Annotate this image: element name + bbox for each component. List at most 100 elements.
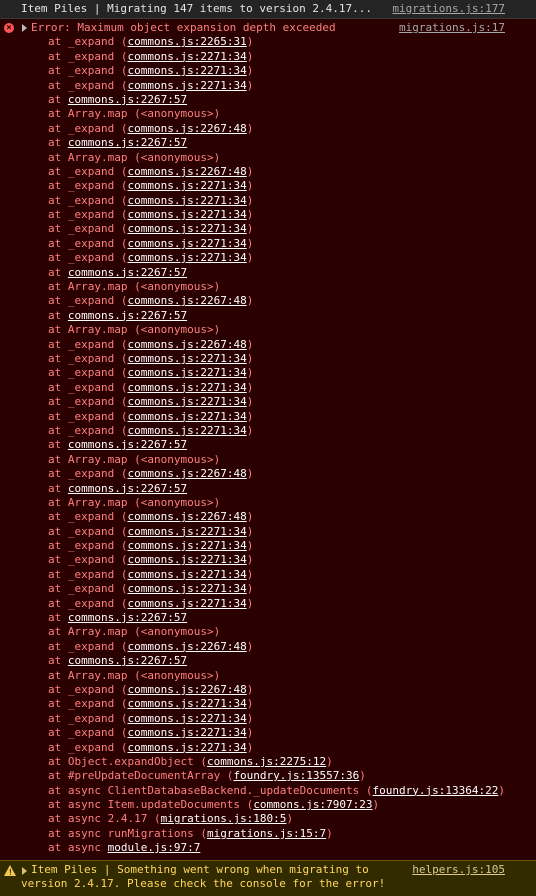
- stack-frame: at _expand (commons.js:2267:48): [0, 510, 536, 524]
- stack-frame-link[interactable]: commons.js:2271:34: [127, 50, 246, 63]
- stack-frame-suffix: ): [246, 351, 254, 365]
- stack-frame: at _expand (commons.js:2271:34): [0, 194, 536, 208]
- stack-frame: at _expand (commons.js:2271:34): [0, 553, 536, 567]
- stack-frame-suffix: ): [246, 740, 254, 754]
- stack-frame-link[interactable]: commons.js:2271:34: [127, 237, 246, 250]
- stack-frame-link[interactable]: commons.js:2271:34: [127, 251, 246, 264]
- stack-frame: at Array.map (<anonymous>): [0, 280, 536, 294]
- stack-frame-link[interactable]: commons.js:2271:34: [127, 352, 246, 365]
- stack-frame-text: at: [48, 265, 68, 279]
- stack-frame: at _expand (commons.js:2271:34): [0, 237, 536, 251]
- stack-frame-link[interactable]: commons.js:2271:34: [127, 366, 246, 379]
- stack-frame-text: at: [48, 308, 68, 322]
- stack-frame-link[interactable]: migrations.js:15:7: [207, 827, 326, 840]
- stack-frame-text: at Array.map (<anonymous>): [48, 150, 221, 164]
- stack-frame-link[interactable]: commons.js:2267:57: [68, 93, 187, 106]
- stack-frame-suffix: ): [326, 754, 333, 768]
- stack-frame-text: at async 2.4.17 (: [48, 812, 161, 826]
- stack-frame-link[interactable]: commons.js:2267:57: [68, 438, 187, 451]
- stack-frame-link[interactable]: commons.js:2267:57: [68, 654, 187, 667]
- stack-frame-link[interactable]: commons.js:2271:34: [127, 697, 246, 710]
- stack-frame: at async Item.updateDocuments (commons.j…: [0, 798, 536, 812]
- stack-frame-text: at #preUpdateDocumentArray (: [48, 769, 234, 783]
- stack-frame-link[interactable]: commons.js:2267:48: [127, 122, 246, 135]
- stack-frame-link[interactable]: commons.js:2271:34: [127, 424, 246, 437]
- stack-frame-link[interactable]: commons.js:2271:34: [127, 726, 246, 739]
- stack-frame: at _expand (commons.js:2271:34): [0, 79, 536, 93]
- stack-frame: at commons.js:2267:57: [0, 309, 536, 323]
- warning-source-link[interactable]: helpers.js:105: [412, 863, 505, 877]
- stack-frame-link[interactable]: foundry.js:13557:36: [233, 769, 359, 782]
- stack-frame: at #preUpdateDocumentArray (foundry.js:1…: [0, 769, 536, 783]
- stack-frame-link[interactable]: commons.js:2267:57: [68, 309, 187, 322]
- stack-frame-text: at _expand (: [48, 423, 128, 437]
- stack-frame-link[interactable]: commons.js:2267:48: [127, 683, 246, 696]
- stack-frame-text: at: [48, 136, 68, 150]
- stack-frame-suffix: ): [246, 524, 254, 538]
- stack-frame-link[interactable]: commons.js:2271:34: [127, 582, 246, 595]
- stack-frame: at Array.map (<anonymous>): [0, 496, 536, 510]
- stack-frame-link[interactable]: commons.js:2275:12: [207, 755, 326, 768]
- stack-frame: at async module.js:97:7: [0, 841, 536, 855]
- stack-frame-link[interactable]: migrations.js:180:5: [161, 812, 287, 825]
- warning-message: Item Piles | Something went wrong when m…: [21, 863, 386, 891]
- stack-frame: at _expand (commons.js:2271:34): [0, 741, 536, 755]
- stack-frame-link[interactable]: commons.js:7907:23: [253, 798, 372, 811]
- stack-frame-link[interactable]: commons.js:2271:34: [127, 208, 246, 221]
- stack-frame: at Array.map (<anonymous>): [0, 625, 536, 639]
- stack-frame-link[interactable]: commons.js:2267:48: [127, 467, 246, 480]
- stack-frame-link[interactable]: commons.js:2271:34: [127, 568, 246, 581]
- stack-frame-link[interactable]: commons.js:2271:34: [127, 194, 246, 207]
- stack-frame: at _expand (commons.js:2271:34): [0, 597, 536, 611]
- stack-frame-link[interactable]: module.js:97:7: [108, 841, 201, 854]
- stack-frame-text: at: [48, 481, 68, 495]
- stack-frame-link[interactable]: commons.js:2271:34: [127, 553, 246, 566]
- stack-frame-link[interactable]: commons.js:2267:48: [127, 510, 246, 523]
- stack-frame-link[interactable]: commons.js:2271:34: [127, 381, 246, 394]
- stack-frame: at _expand (commons.js:2271:34): [0, 568, 536, 582]
- stack-frame-link[interactable]: commons.js:2267:48: [127, 338, 246, 351]
- stack-frame-link[interactable]: commons.js:2271:34: [127, 179, 246, 192]
- stack-frame-link[interactable]: commons.js:2265:31: [127, 35, 246, 48]
- stack-frame-link[interactable]: commons.js:2267:48: [127, 294, 246, 307]
- stack-frame-suffix: ): [246, 121, 254, 135]
- stack-frame-text: at _expand (: [48, 553, 128, 567]
- stack-frame-text: at _expand (: [48, 193, 128, 207]
- stack-frame-text: at async runMigrations (: [48, 826, 207, 840]
- stack-frame-link[interactable]: foundry.js:13364:22: [373, 784, 499, 797]
- stack-frame: at Array.map (<anonymous>): [0, 323, 536, 337]
- stack-frame-suffix: ): [246, 726, 254, 740]
- stack-frame-suffix: ): [246, 567, 254, 581]
- warning-triangle-icon: !: [4, 865, 16, 877]
- stack-frame-text: at _expand (: [48, 639, 128, 653]
- stack-frame-suffix: ): [246, 78, 254, 92]
- stack-frame-text: at _expand (: [48, 35, 128, 49]
- stack-frame-link[interactable]: commons.js:2267:48: [127, 165, 246, 178]
- stack-frame-link[interactable]: commons.js:2267:57: [68, 266, 187, 279]
- stack-frame-suffix: ): [246, 251, 254, 265]
- stack-frame: at _expand (commons.js:2271:34): [0, 582, 536, 596]
- stack-frame-link[interactable]: commons.js:2271:34: [127, 395, 246, 408]
- stack-frame: at Array.map (<anonymous>): [0, 151, 536, 165]
- stack-frame-link[interactable]: commons.js:2267:48: [127, 640, 246, 653]
- stack-frame-suffix: ): [246, 366, 254, 380]
- stack-frame-link[interactable]: commons.js:2271:34: [127, 712, 246, 725]
- stack-frame-link[interactable]: commons.js:2271:34: [127, 64, 246, 77]
- stack-frame-link[interactable]: commons.js:2267:57: [68, 611, 187, 624]
- stack-frame-link[interactable]: commons.js:2271:34: [127, 525, 246, 538]
- console-scroll-area[interactable]: × Error: Maximum object expansion depth …: [0, 19, 536, 860]
- stack-frame-link[interactable]: commons.js:2271:34: [127, 597, 246, 610]
- log-source-link[interactable]: migrations.js:177: [392, 2, 505, 16]
- stack-frame-link[interactable]: commons.js:2271:34: [127, 539, 246, 552]
- error-source-link[interactable]: migrations.js:17: [399, 21, 505, 35]
- stack-frame-link[interactable]: commons.js:2267:57: [68, 136, 187, 149]
- stack-frame-suffix: ): [246, 596, 254, 610]
- stack-frame-link[interactable]: commons.js:2271:34: [127, 741, 246, 754]
- stack-frame-text: at: [48, 611, 68, 625]
- stack-frame-text: at _expand (: [48, 539, 128, 553]
- stack-frame-link[interactable]: commons.js:2271:34: [127, 410, 246, 423]
- stack-frame-link[interactable]: commons.js:2271:34: [127, 222, 246, 235]
- stack-frame-link[interactable]: commons.js:2267:57: [68, 482, 187, 495]
- expand-triangle-icon[interactable]: [22, 24, 27, 32]
- stack-frame-link[interactable]: commons.js:2271:34: [127, 79, 246, 92]
